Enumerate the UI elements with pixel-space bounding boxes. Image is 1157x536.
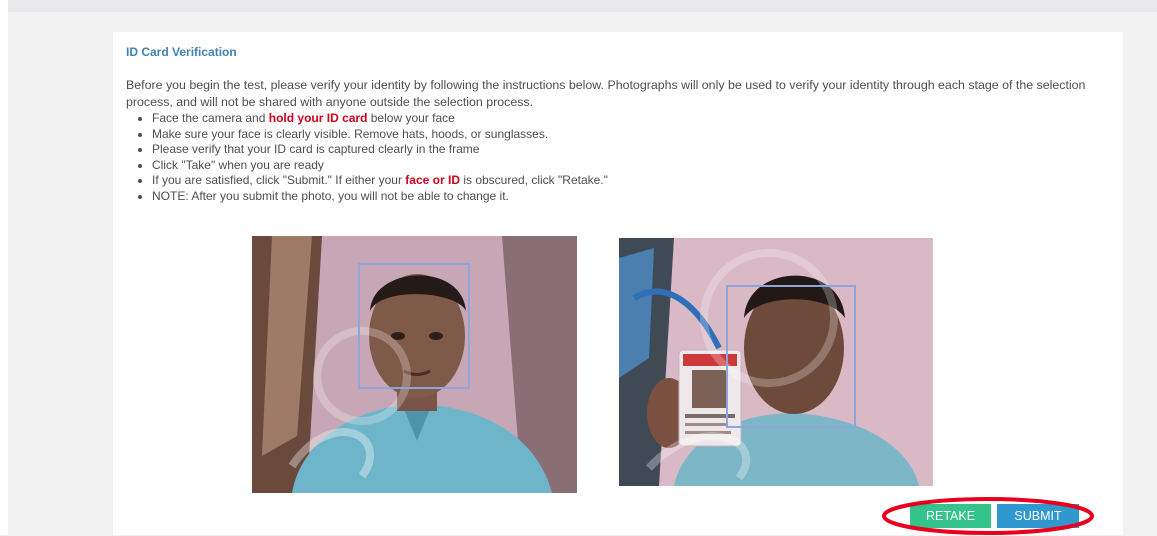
instruction-item: Please verify that your ID card is captu… (152, 142, 952, 158)
instruction-item: Face the camera and hold your ID card be… (152, 111, 952, 127)
instruction-list: Face the camera and hold your ID card be… (126, 111, 952, 204)
id-verification-card: ID Card Verification Before you begin th… (113, 32, 1123, 535)
id-card-photo (619, 238, 933, 486)
retake-button[interactable]: RETAKE (910, 504, 991, 528)
intro-text: Before you begin the test, please verify… (126, 78, 1086, 109)
highlighted-text: face or ID (405, 173, 460, 187)
page-left-edge (0, 0, 8, 535)
page-top-strip (0, 0, 1157, 12)
instruction-item: Click "Take" when you are ready (152, 158, 952, 174)
card-title: ID Card Verification (126, 45, 237, 59)
instruction-item: If you are satisfied, click "Submit." If… (152, 173, 952, 189)
instruction-item: Make sure your face is clearly visible. … (152, 127, 952, 143)
instruction-item: NOTE: After you submit the photo, you wi… (152, 189, 952, 205)
face-photo (252, 236, 577, 493)
highlighted-text: hold your ID card (268, 111, 368, 125)
submit-button[interactable]: SUBMIT (997, 504, 1079, 528)
